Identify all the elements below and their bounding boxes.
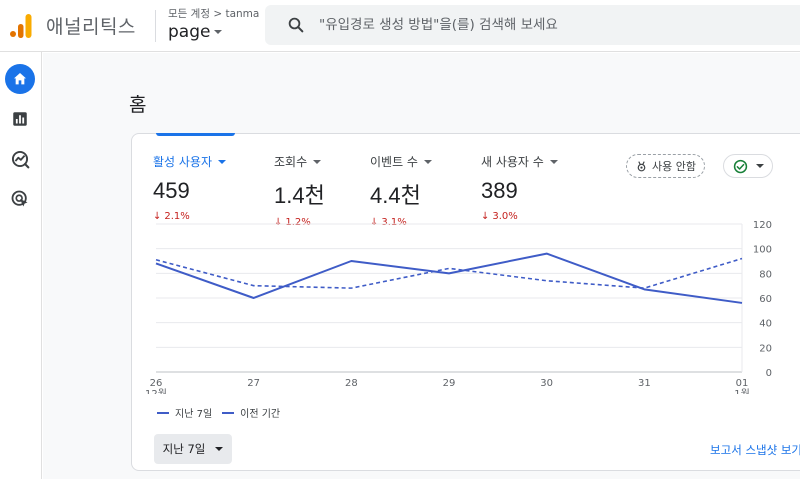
y-tick-label: 100 [753,245,772,256]
date-range-label: 지난 7일 [162,442,206,456]
top-bar: 애널리틱스 모든 계정 > tanma page [0,0,800,52]
chevron-down-icon [214,30,223,34]
y-tick-label: 20 [759,343,772,354]
y-tick-label: 80 [759,269,772,280]
view-reports-snapshot-link[interactable]: 보고서 스냅샷 보기 [710,442,800,458]
property-selector[interactable]: page [168,22,223,42]
legend-solid-swatch [157,411,169,414]
x-tick-label: 30 [540,378,553,389]
chevron-down-icon [215,447,224,451]
legend-dashed-swatch [222,411,235,414]
award-icon [637,160,646,171]
search-icon [288,17,304,33]
explore-icon [11,150,30,169]
x-tick-label: 31 [638,378,651,389]
page-title: 홈 [129,94,147,116]
x-tick-label: 01 [736,378,749,389]
app-title: 애널리틱스 [46,16,136,38]
x-tick-label: 27 [247,378,260,389]
nav-reports[interactable] [5,104,35,134]
chevron-down-icon [549,159,558,164]
y-tick-label: 60 [759,294,772,305]
metric-label: 새 사용자 수 [481,153,558,170]
metric-active-users[interactable]: 활성 사용자 459 ↓ 2.1% [153,153,227,222]
legend-previous: 이전 기간 [240,409,281,420]
advertising-icon [11,190,28,207]
chevron-down-icon [313,159,322,164]
chevron-down-icon [218,159,227,164]
metric-label-text: 새 사용자 수 [481,155,544,169]
nav-home[interactable] [5,64,35,94]
search-input[interactable] [319,17,759,33]
reports-icon [13,112,27,126]
main-content: 홈 활성 사용자 459 ↓ 2.1% 조회수 1.4천 ↓ 1.2% 이벤트 … [43,53,800,479]
metric-value: 459 [153,178,190,203]
active-metric-indicator [156,133,235,136]
analytics-logo-icon[interactable] [10,14,32,38]
data-quality-chip[interactable] [723,154,773,178]
search-bar[interactable] [265,5,800,45]
x-tick-label: 29 [443,378,456,389]
x-tick-label: 26 [150,378,163,389]
overview-card: 활성 사용자 459 ↓ 2.1% 조회수 1.4천 ↓ 1.2% 이벤트 수 [131,133,800,471]
y-tick-label: 120 [753,220,772,231]
metric-label: 이벤트 수 [370,153,432,170]
left-nav [0,52,42,479]
nav-advertising[interactable] [5,184,35,214]
metric-value: 1.4천 [274,183,325,208]
insights-chip[interactable]: 사용 안함 [626,154,705,178]
snapshot-link-label: 보고서 스냅샷 보기 [710,443,800,457]
header-divider [155,10,156,42]
date-range-button[interactable]: 지난 7일 [154,434,232,464]
series-line-last-7-days [155,252,743,304]
x-tick-label: 28 [345,378,358,389]
metric-value: 389 [481,178,518,203]
property-name: page [168,22,211,42]
x-tick-month-label: 1월 [734,388,750,394]
nav-explore[interactable] [5,144,35,174]
metric-label: 활성 사용자 [153,153,227,170]
home-icon [14,73,26,85]
metric-label-text: 이벤트 수 [370,155,418,169]
y-tick-label: 40 [759,319,772,330]
metric-label-text: 조회수 [274,155,308,169]
chevron-down-icon [423,159,432,164]
y-tick-label: 0 [766,368,772,379]
metric-label-text: 활성 사용자 [153,155,213,169]
metric-label: 조회수 [274,153,325,170]
metric-value: 4.4천 [370,183,421,208]
check-circle-icon [733,159,747,173]
line-chart: 0 20 40 60 80 100 120 2612월 27 28 29 30 31 011월 [145,220,772,394]
chart-legend: 지난 7일 이전 기간 [157,405,280,420]
legend-current: 지난 7일 [175,409,213,420]
insights-chip-label: 사용 안함 [652,160,696,173]
chevron-down-icon [755,164,764,168]
metric-new-users[interactable]: 새 사용자 수 389 ↓ 3.0% [481,153,558,222]
x-tick-month-label: 12월 [145,388,167,394]
account-breadcrumb[interactable]: 모든 계정 > tanma [168,6,259,21]
